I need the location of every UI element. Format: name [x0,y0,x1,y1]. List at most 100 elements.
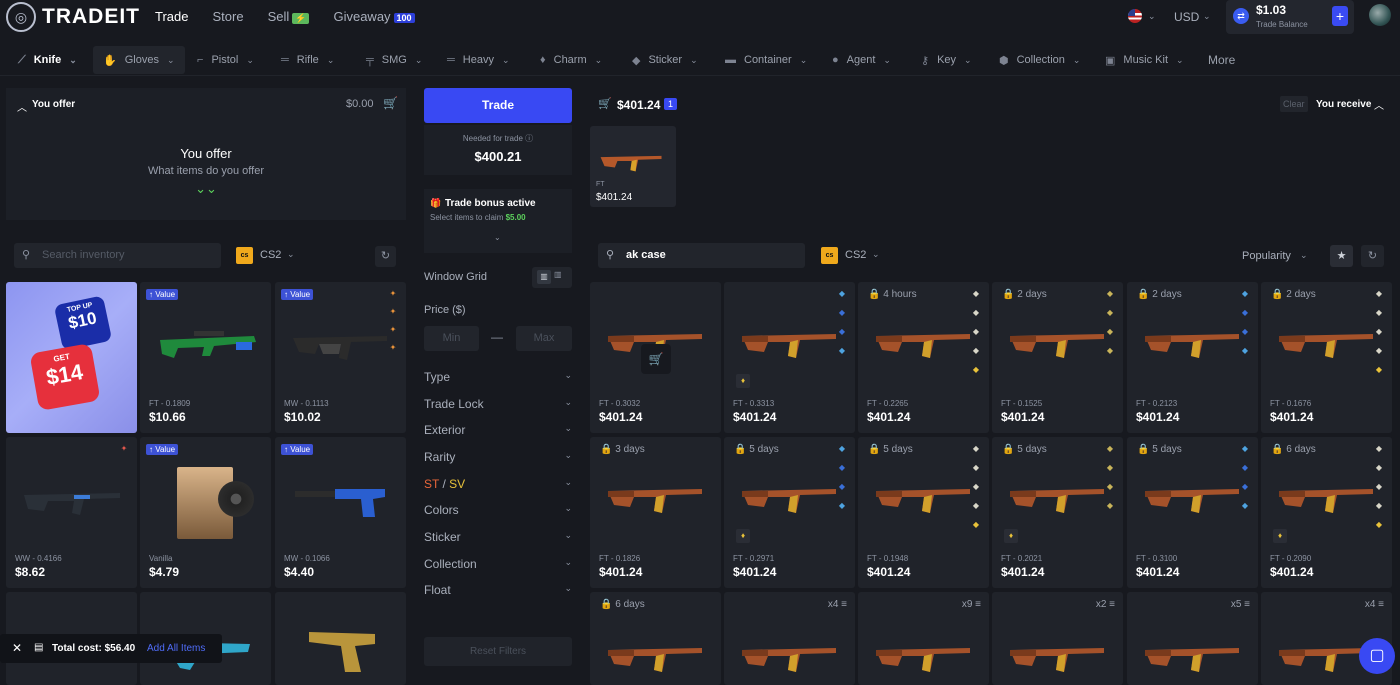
add-balance-button[interactable]: + [1332,6,1348,26]
promo-banner[interactable]: TOP UP $10 GET $14 [6,282,137,433]
filter-trade-lock[interactable]: Trade Lock ⌄ [424,397,572,411]
store-item[interactable]: 🔒 5 days ◆ ◆ ◆ ◆ ◆ FT - 0.1948 $401.24 [858,437,989,588]
category-smg[interactable]: ╤ SMG ⌄ [366,46,422,74]
item-wear: FT [596,181,605,188]
refresh-inventory-button[interactable]: ↻ [375,246,396,267]
store-item[interactable]: 🔒 6 days ◆ ◆ ◆ ◆ ◆ ♦ FT - 0.2090 $401.24 [1261,437,1392,588]
chevron-down-icon: ⌄ [501,54,510,65]
reset-filters-button[interactable]: Reset Filters [424,637,572,666]
store-item[interactable]: 🔒 2 days ◆ ◆ ◆ ◆ FT - 0.2123 $401.24 [1127,282,1258,433]
chevron-down-icon[interactable]: ⌄ [1300,250,1308,261]
selected-item[interactable]: FT $401.24 [590,126,676,207]
filter-collection[interactable]: Collection ⌄ [424,557,572,571]
category-agent[interactable]: ● Agent ⌄ [832,46,891,74]
filter-st-sv[interactable]: ST / SV ⌄ [424,477,572,491]
sort-select[interactable]: Popularity [1242,250,1291,262]
filter-colors[interactable]: Colors ⌄ [424,503,572,517]
inventory-item[interactable]: ↑ Value ✦ ✦ ✦ ✦ MW - 0.1113 $10.02 [275,282,406,433]
promo-top-badge: TOP UP $10 [53,295,113,351]
grid-large-icon[interactable]: ▥ [554,270,562,279]
chevron-down-icon[interactable]: ⌄ [494,233,501,242]
category-knife[interactable]: ⟋ Knife ⌄ [18,46,77,74]
search-inventory-input[interactable]: ⚲ Search inventory [14,243,221,268]
store-item[interactable]: x5 ≡ [1127,592,1258,685]
nav-trade[interactable]: Trade [155,9,188,24]
category-label: Container [744,54,792,66]
store-item[interactable]: ◆ ◆ ◆ ◆ ♦ FT - 0.3313 $401.24 [724,282,855,433]
store-item[interactable]: 🔒 6 days [590,592,721,685]
store-item[interactable]: x4 ≡ [724,592,855,685]
ak47-image [608,489,702,513]
gloves-icon: ✋ [103,54,117,67]
category-collection[interactable]: ⬢ Collection ⌄ [999,46,1080,74]
inventory-item[interactable]: ↑ Value Vanilla $4.79 [140,437,271,588]
filter-rarity[interactable]: Rarity ⌄ [424,450,572,464]
stack-count: x4 ≡ [1365,599,1384,610]
store-item[interactable]: 🔒 2 days ◆ ◆ ◆ ◆ ◆ FT - 0.1676 $401.24 [1261,282,1392,433]
chevron-down-icon[interactable]: ⌄ [872,249,880,260]
filter-exterior[interactable]: Exterior ⌄ [424,423,572,437]
filter-label: Rarity [424,450,456,464]
logo[interactable]: ◎ TRADEIT [6,2,140,32]
clear-button[interactable]: Clear [1280,96,1308,112]
inventory-item[interactable]: ↑ Value FT - 0.1809 $10.66 [140,282,271,433]
collapse-icon[interactable]: ︿ [1374,97,1384,112]
store-item[interactable]: 🔒 5 days ◆ ◆ ◆ ◆ FT - 0.3100 $401.24 [1127,437,1258,588]
lock-icon: 🔒 [734,444,747,455]
chevron-down-icon[interactable]: ⌄ [287,249,295,260]
avatar[interactable] [1369,4,1391,26]
filter-type[interactable]: Type ⌄ [424,370,572,384]
chat-icon[interactable]: ▢ [1359,638,1395,674]
inventory-game-select[interactable]: CS2 [260,249,281,261]
category-key[interactable]: ⚷ Key ⌄ [921,46,972,74]
category-heavy[interactable]: ═ Heavy ⌄ [447,46,510,74]
item-wear: FT - 0.2265 [867,399,909,408]
nav-sell[interactable]: Sell ⚡ [268,9,310,24]
inventory-item[interactable]: ↑ Value MW - 0.1066 $4.40 [275,437,406,588]
price-min-input[interactable]: Min [424,326,479,351]
inventory-item[interactable]: ✦ WW - 0.4166 $8.62 [6,437,137,588]
category-bar: ⟋ Knife ⌄ ✋ Gloves ⌄ ⌐ Pistol ⌄ ═ Rifle ⌄ ╤ SMG ⌄ … [0,46,1400,76]
store-item[interactable]: 🔒 5 days ◆ ◆ ◆ ◆ ♦ FT - 0.2021 $401.24 [992,437,1123,588]
us-flag-icon[interactable] [1128,9,1142,23]
store-item[interactable]: x9 ≡ [858,592,989,685]
inventory-item[interactable] [275,592,406,685]
chevron-down-icon[interactable]: ⌄ [1148,11,1156,22]
lock-icon: 🔒 [1271,289,1284,300]
filter-float[interactable]: Float ⌄ [424,583,572,597]
category-pistol[interactable]: ⌐ Pistol ⌄ [197,46,254,74]
store-game-select[interactable]: CS2 [845,249,866,261]
category-sticker[interactable]: ◆ Sticker ⌄ [632,46,698,74]
chevron-down-icon: ⌄ [564,557,572,567]
category-gloves[interactable]: ✋ Gloves ⌄ [93,46,185,74]
store-item[interactable]: 🔒 2 days ◆ ◆ ◆ ◆ FT - 0.1525 $401.24 [992,282,1123,433]
nav-giveaway[interactable]: Giveaway 100 [333,9,415,24]
close-icon[interactable]: ✕ [12,641,22,655]
ak47-image [876,334,970,358]
search-store-input[interactable]: ⚲ ak case [598,243,805,268]
chevron-down-icon[interactable]: ⌄ [1203,11,1211,22]
add-all-items-link[interactable]: Add All Items [147,643,205,654]
price-max-input[interactable]: Max [516,326,572,351]
currency-select[interactable]: USD [1174,10,1199,24]
category-rifle[interactable]: ═ Rifle ⌄ [281,46,334,74]
category-music-kit[interactable]: ▣ Music Kit ⌄ [1105,46,1184,74]
favorite-star-button[interactable]: ★ [1330,245,1353,267]
store-item[interactable]: 🔒 3 days FT - 0.1826 $401.24 [590,437,721,588]
store-item[interactable]: 🛒 FT - 0.3032 $401.24 [590,282,721,433]
nav-store[interactable]: Store [212,9,243,24]
filter-sticker[interactable]: Sticker ⌄ [424,530,572,544]
trade-button[interactable]: Trade [424,88,572,123]
store-item[interactable]: 🔒 4 hours ◆ ◆ ◆ ◆ ◆ FT - 0.2265 $401.24 [858,282,989,433]
refresh-store-button[interactable]: ↻ [1361,245,1384,267]
collection-icon: ⬢ [999,54,1009,67]
category-charm[interactable]: ♦ Charm ⌄ [540,46,602,74]
collapse-icon[interactable]: ︿ [17,99,27,114]
item-price: $401.24 [733,565,777,579]
store-item[interactable]: 🔒 5 days ◆ ◆ ◆ ◆ ♦ FT - 0.2971 $401.24 [724,437,855,588]
grid-small-icon[interactable]: ▥ [537,270,551,284]
category-more[interactable]: More [1208,46,1235,74]
add-to-cart-button[interactable]: 🛒 [641,344,671,374]
category-container[interactable]: ▬ Container ⌄ [725,46,807,74]
store-item[interactable]: x2 ≡ [992,592,1123,685]
